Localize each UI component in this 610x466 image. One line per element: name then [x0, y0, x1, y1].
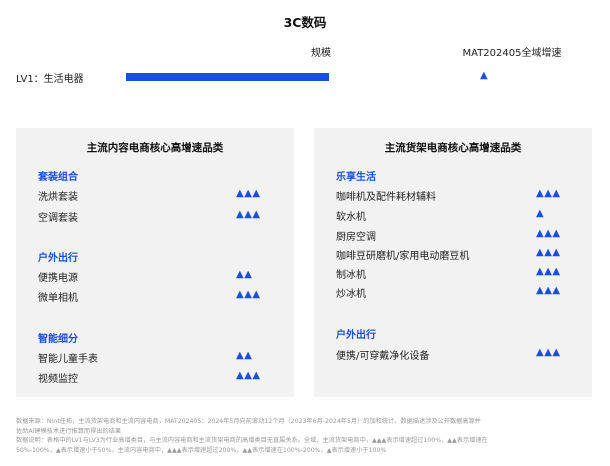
footer-line: 数据说明：表格中的LV1与LV3为行业高增类目，与主流内容电商和主流货架电商的高… — [16, 437, 488, 444]
content-ecommerce-panel: 主流内容电商核心高增速品类 套装组合 洗烘套装 ▲▲▲ 空调套装 ▲▲▲ 户外出… — [16, 128, 294, 397]
category-label: 洗烘套装 — [38, 192, 78, 203]
growth-indicator: ▲▲▲ — [236, 289, 261, 300]
group-title: 乐享生活 — [336, 172, 376, 183]
panel-title: 主流内容电商核心高增速品类 — [86, 142, 224, 154]
footer-line: 佐助AI建模技术进行推算而得出的结果 — [16, 427, 122, 435]
growth-indicator: ▲ — [536, 208, 545, 219]
category-label: 视频监控 — [38, 374, 78, 385]
page-title: 3C数码 — [283, 15, 327, 30]
growth-indicator: ▲▲▲ — [236, 370, 261, 381]
column-header-growth: MAT202405全域增速 — [462, 48, 562, 59]
category-label: 制冰机 — [336, 270, 366, 281]
growth-indicator: ▲▲▲ — [536, 285, 561, 296]
group-title: 户外出行 — [336, 330, 376, 341]
shelf-ecommerce-panel: 主流货架电商核心高增速品类 乐享生活 咖啡机及配件耗材辅料 ▲▲▲ 软水机 ▲ … — [314, 128, 592, 397]
growth-indicator: ▲▲▲ — [236, 209, 261, 220]
category-label: 便携/可穿戴净化设备 — [336, 351, 430, 362]
lv1-category-label: LV1：生活电器 — [16, 74, 84, 85]
category-label: 空调套装 — [38, 213, 78, 224]
column-header-scale: 规模 — [311, 48, 331, 59]
footer-line: 数据来源：Nint任拓，主流货架电商和主流内容电商，MAT202405：2024… — [16, 418, 481, 425]
category-label: 咖啡豆研磨机/家用电动磨豆机 — [336, 251, 470, 262]
category-label: 便携电源 — [38, 273, 78, 284]
growth-indicator: ▲▲▲ — [236, 188, 261, 199]
growth-indicator: ▲▲▲ — [536, 188, 561, 199]
footer-line: 50%-100%，▲表示增速小于50%，主流内容电商中，▲▲▲表示增速超过200… — [16, 446, 387, 454]
lv1-growth-indicator: ▲ — [480, 70, 488, 81]
category-label: 智能儿童手表 — [38, 354, 98, 365]
lv1-scale-bar — [126, 73, 329, 81]
growth-indicator: ▲▲▲ — [536, 347, 561, 358]
growth-indicator: ▲▲▲ — [536, 266, 561, 277]
footer-notes: 数据来源：Nint任拓，主流货架电商和主流内容电商，MAT202405：2024… — [16, 417, 596, 455]
group-title: 套装组合 — [38, 172, 78, 183]
category-label: 软水机 — [336, 212, 366, 223]
growth-indicator: ▲▲ — [236, 350, 253, 361]
category-label: 咖啡机及配件耗材辅料 — [336, 192, 436, 203]
group-title: 智能细分 — [38, 334, 78, 345]
growth-indicator: ▲▲▲ — [536, 228, 561, 239]
category-label: 厨房空调 — [336, 232, 376, 243]
panel-title: 主流货架电商核心高增速品类 — [384, 142, 522, 154]
category-label: 炒冰机 — [336, 289, 366, 300]
growth-indicator: ▲▲▲ — [536, 247, 561, 258]
category-label: 微单相机 — [38, 293, 78, 304]
growth-indicator: ▲▲ — [236, 269, 253, 280]
group-title: 户外出行 — [38, 253, 78, 264]
